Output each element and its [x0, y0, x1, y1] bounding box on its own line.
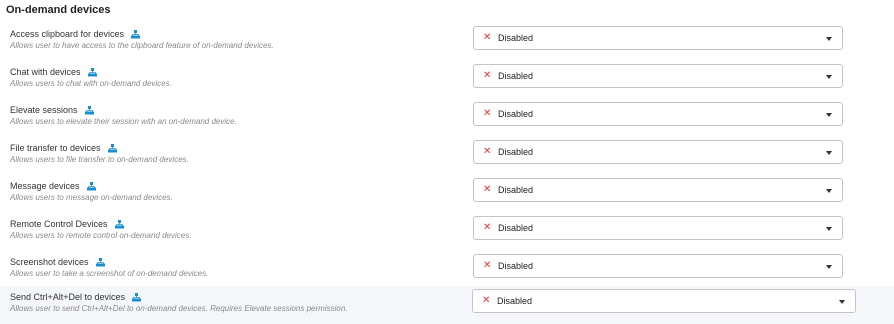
- permission-row: Chat with devices Allows users to chat w…: [0, 61, 894, 99]
- permission-title: Chat with devices: [10, 67, 98, 77]
- hierarchy-icon[interactable]: [86, 182, 97, 191]
- permission-title-text: Remote Control Devices: [10, 219, 108, 229]
- disabled-x-icon: ✕: [483, 70, 492, 81]
- hierarchy-icon[interactable]: [87, 68, 98, 77]
- permission-description: Allows user to take a screenshot of on-d…: [10, 269, 209, 278]
- dropdown-value: Disabled: [498, 33, 534, 43]
- disabled-x-icon: ✕: [483, 260, 492, 271]
- permission-description: Allows users to chat with on-demand devi…: [10, 79, 172, 88]
- permission-title-text: Screenshot devices: [10, 257, 89, 267]
- permission-row: Remote Control Devices Allows users to r…: [0, 213, 894, 251]
- caret-down-icon[interactable]: [826, 113, 832, 117]
- dropdown-value: Disabled: [498, 147, 534, 157]
- permission-description: Allows users to message on-demand device…: [10, 193, 173, 202]
- disabled-x-icon: ✕: [483, 32, 492, 43]
- permission-dropdown[interactable]: ✕ Disabled: [473, 178, 843, 202]
- hierarchy-icon[interactable]: [130, 30, 141, 39]
- dropdown-value: Disabled: [497, 296, 533, 306]
- permission-title-text: Send Ctrl+Alt+Del to devices: [10, 292, 126, 302]
- permission-title: Access clipboard for devices: [10, 29, 141, 39]
- dropdown-value: Disabled: [498, 109, 534, 119]
- section-title: On-demand devices: [6, 4, 111, 16]
- hierarchy-icon[interactable]: [95, 258, 106, 267]
- permission-title: File transfer to devices: [10, 143, 118, 153]
- permission-title-text: Message devices: [10, 181, 80, 191]
- permission-title: Send Ctrl+Alt+Del to devices: [10, 292, 142, 302]
- permission-row: Send Ctrl+Alt+Del to devices Allows user…: [0, 286, 894, 324]
- permission-description: Allows user to send Ctrl+Alt+Del to on-d…: [10, 304, 348, 313]
- permission-dropdown[interactable]: ✕ Disabled: [473, 102, 843, 126]
- permission-title: Elevate sessions: [10, 105, 95, 115]
- permission-description: Allows users to elevate their session wi…: [10, 117, 237, 126]
- permission-row: File transfer to devices Allows users to…: [0, 137, 894, 175]
- permission-dropdown[interactable]: ✕ Disabled: [472, 289, 856, 313]
- dropdown-value: Disabled: [498, 185, 534, 195]
- permission-title: Remote Control Devices: [10, 219, 125, 229]
- caret-down-icon[interactable]: [826, 265, 832, 269]
- hierarchy-icon[interactable]: [131, 293, 142, 302]
- permission-description: Allows users to remote control on-demand…: [10, 231, 192, 240]
- disabled-x-icon: ✕: [483, 108, 492, 119]
- permission-title-text: Elevate sessions: [10, 105, 78, 115]
- disabled-x-icon: ✕: [483, 222, 492, 233]
- disabled-x-icon: ✕: [483, 146, 492, 157]
- hierarchy-icon[interactable]: [114, 220, 125, 229]
- caret-down-icon[interactable]: [839, 300, 845, 304]
- dropdown-value: Disabled: [498, 71, 534, 81]
- permission-dropdown[interactable]: ✕ Disabled: [473, 26, 843, 50]
- permission-dropdown[interactable]: ✕ Disabled: [473, 254, 843, 278]
- disabled-x-icon: ✕: [483, 184, 492, 195]
- permission-description: Allows user to have access to the clipbo…: [10, 41, 274, 50]
- caret-down-icon[interactable]: [826, 189, 832, 193]
- permission-dropdown[interactable]: ✕ Disabled: [473, 140, 843, 164]
- permission-title: Message devices: [10, 181, 97, 191]
- hierarchy-icon[interactable]: [107, 144, 118, 153]
- permission-title-text: File transfer to devices: [10, 143, 101, 153]
- permission-dropdown[interactable]: ✕ Disabled: [473, 64, 843, 88]
- permission-row: Access clipboard for devices Allows user…: [0, 23, 894, 61]
- hierarchy-icon[interactable]: [84, 106, 95, 115]
- permission-description: Allows users to file transfer to on-dema…: [10, 155, 189, 164]
- disabled-x-icon: ✕: [482, 295, 491, 306]
- caret-down-icon[interactable]: [826, 227, 832, 231]
- permission-row: Screenshot devices Allows user to take a…: [0, 251, 894, 289]
- permission-row: Elevate sessions Allows users to elevate…: [0, 99, 894, 137]
- dropdown-value: Disabled: [498, 261, 534, 271]
- dropdown-value: Disabled: [498, 223, 534, 233]
- permission-row: Message devices Allows users to message …: [0, 175, 894, 213]
- caret-down-icon[interactable]: [826, 151, 832, 155]
- caret-down-icon[interactable]: [826, 37, 832, 41]
- permission-dropdown[interactable]: ✕ Disabled: [473, 216, 843, 240]
- caret-down-icon[interactable]: [826, 75, 832, 79]
- permission-title: Screenshot devices: [10, 257, 106, 267]
- permission-title-text: Access clipboard for devices: [10, 29, 125, 39]
- permission-title-text: Chat with devices: [10, 67, 81, 77]
